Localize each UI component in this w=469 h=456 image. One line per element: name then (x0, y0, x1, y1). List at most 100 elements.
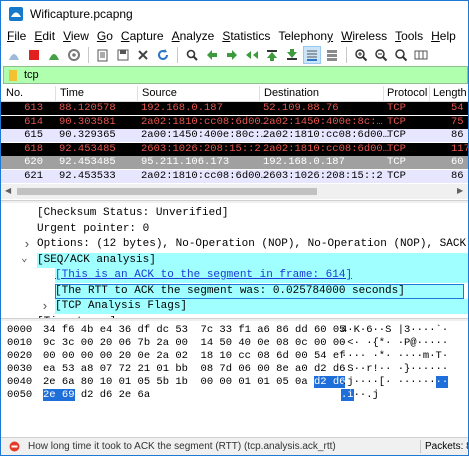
capture-options-icon[interactable] (65, 46, 83, 64)
bytes-row[interactable]: 0000 34 f6 4b e4 36 df dc 53 7c 33 f1 a6 … (1, 324, 468, 337)
detail-row[interactable]: Urgent pointer: 0 (1, 222, 468, 237)
hex-bytes[interactable]: 2e 69 d2 d6 2e 6a (43, 389, 150, 402)
packet-row[interactable]: 618 92.453485 2603:1026:208:15::2 2a02:1810… (1, 142, 468, 156)
collapse-arrow-icon[interactable]: ⌄ (21, 252, 28, 267)
ascii-bytes[interactable]: 4·K·6··S |3····`· (341, 324, 448, 337)
hex-bytes[interactable]: 00 00 00 00 20 0e 2a 02 18 10 cc 08 6d 0… (43, 350, 345, 363)
hex-bytes-text: ea 53 a8 07 72 21 01 bb 08 7d 06 00 8e a… (43, 363, 346, 375)
bytes-row[interactable]: 0030 ea 53 a8 07 72 21 01 bb 08 7d 06 00 … (1, 363, 468, 376)
bytes-row[interactable]: 0050 2e 69 d2 d6 2e 6a .i··.j (1, 389, 468, 402)
packet-row[interactable]: 614 90.303581 2a02:1810:cc08:6d00… 2a02:145… (1, 115, 468, 129)
scroll-left-arrow-icon[interactable]: ◀ (5, 187, 13, 195)
detail-row[interactable]: › [TCP Analysis Flags] (1, 299, 468, 314)
column-divider[interactable] (259, 86, 260, 102)
zoom-in-icon[interactable] (352, 46, 370, 64)
ascii-bytes-text: 4·K·6··S |3····`· (341, 324, 449, 336)
shark-fin-start-icon[interactable] (5, 46, 23, 64)
hex-bytes-text: 9c 3c 00 20 06 7b 2a 00 14 50 40 0e 08 0… (43, 337, 346, 349)
hex-bytes[interactable]: 34 f6 4b e4 36 df dc 53 7c 33 f1 a6 86 d… (43, 324, 345, 337)
toolbar-separator (177, 47, 178, 63)
hex-bytes[interactable]: 2e 6a 80 10 01 05 5b 1b 00 00 01 01 05 0… (43, 376, 346, 389)
detail-row[interactable]: ⌄ [SEQ/ACK analysis] (1, 252, 468, 268)
scroll-right-arrow-icon[interactable]: ▶ (457, 187, 465, 195)
menu-item[interactable]: Tools (391, 29, 427, 43)
cell-protocol: TCP (387, 102, 406, 114)
resize-columns-icon[interactable] (412, 46, 430, 64)
bytes-row[interactable]: 0010 9c 3c 00 20 06 7b 2a 00 14 50 40 0e … (1, 337, 468, 350)
menu-item[interactable]: View (59, 29, 93, 43)
column-divider[interactable] (383, 86, 384, 102)
packet-row[interactable]: 620 92.453485 95.211.106.173 192.168.0.187 T… (1, 156, 468, 170)
ascii-bytes[interactable]: ···· ·*· ····m·T· (341, 350, 448, 363)
menu-item[interactable]: Wireless (337, 29, 391, 43)
hex-bytes[interactable]: 9c 3c 00 20 06 7b 2a 00 14 50 40 0e 08 0… (43, 337, 345, 350)
detail-row[interactable]: [Checksum Status: Unverified] (1, 206, 468, 221)
ascii-bytes[interactable]: .i··.j (341, 389, 379, 402)
menu-item[interactable]: File (3, 29, 30, 43)
restart-icon[interactable] (45, 46, 63, 64)
detail-row[interactable]: [The RTT to ACK the segment was: 0.02578… (1, 283, 468, 299)
menu-item[interactable]: Capture (117, 29, 168, 43)
packet-row[interactable]: 621 92.453533 2a02:1810:cc08:6d00… 2603:102… (1, 170, 468, 183)
packet-row[interactable]: 613 88.120578 192.168.0.187 52.109.88.76 TCP… (1, 102, 468, 115)
save-file-icon[interactable] (114, 46, 132, 64)
column-header-length[interactable]: Length (433, 87, 467, 99)
cell-time: 90.329365 (59, 129, 116, 142)
ascii-bytes[interactable]: ·S··r!·· ·}······ (341, 363, 448, 376)
close-file-icon[interactable] (134, 46, 152, 64)
pane-splitter[interactable] (1, 318, 468, 321)
colorize-icon[interactable] (323, 46, 341, 64)
menu-label-text: iew (70, 29, 89, 43)
menu-item[interactable]: Telephony (274, 29, 337, 43)
cell-no: 621 (24, 170, 43, 182)
go-back-icon[interactable] (203, 46, 221, 64)
cell-source: 2603:1026:208:15::2 (141, 142, 261, 155)
ascii-bytes[interactable]: .j····[· ········ (341, 376, 449, 389)
column-divider[interactable] (55, 86, 56, 102)
bytes-row[interactable]: 0020 00 00 00 00 20 0e 2a 02 18 10 cc 08 … (1, 350, 468, 363)
column-header-no[interactable]: No. (6, 87, 23, 99)
packet-count: Packets: 89 (425, 441, 468, 452)
menu-label-text: ile (14, 29, 27, 43)
menu-item[interactable]: Analyze (168, 29, 219, 43)
expand-arrow-icon[interactable]: › (41, 299, 49, 314)
packet-list-hscrollbar[interactable]: ◀ ▶ (1, 184, 468, 199)
zoom-out-icon[interactable] (372, 46, 390, 64)
menu-item[interactable]: Go (93, 29, 117, 43)
display-filter-bar[interactable] (3, 66, 468, 84)
menu-item[interactable]: Help (427, 29, 460, 43)
zoom-reset-icon[interactable] (392, 46, 410, 64)
menu-item[interactable]: Edit (30, 29, 59, 43)
title-bar[interactable]: Wificapture.pcapng (1, 1, 468, 27)
column-header-source[interactable]: Source (142, 87, 177, 99)
expert-info-error-icon[interactable] (9, 441, 20, 452)
column-header-destination[interactable]: Destination (264, 87, 319, 99)
go-forward-icon[interactable] (223, 46, 241, 64)
autoscroll-icon[interactable] (303, 46, 321, 64)
ascii-bytes[interactable]: ·<· ·{*· ·P@····· (341, 337, 448, 350)
go-to-packet-icon[interactable] (243, 46, 261, 64)
stop-icon[interactable] (25, 46, 43, 64)
cell-time: 90.303581 (59, 115, 116, 128)
go-last-icon[interactable] (283, 46, 301, 64)
column-divider[interactable] (137, 86, 138, 102)
bookmark-filter-icon[interactable] (8, 69, 20, 81)
menu-item[interactable]: Statistics (218, 29, 274, 43)
expand-arrow-icon[interactable]: › (23, 237, 31, 252)
reload-icon[interactable] (154, 46, 172, 64)
find-packet-icon[interactable] (183, 46, 201, 64)
column-header-protocol[interactable]: Protocol (387, 87, 427, 99)
detail-row[interactable]: [This is an ACK to the segment in frame:… (1, 268, 468, 283)
scrollbar-thumb[interactable] (17, 188, 317, 195)
go-first-icon[interactable] (263, 46, 281, 64)
hex-bytes[interactable]: ea 53 a8 07 72 21 01 bb 08 7d 06 00 8e a… (43, 363, 345, 376)
toolbar-separator (346, 47, 347, 63)
column-header-time[interactable]: Time (60, 87, 84, 99)
packet-row[interactable]: 615 90.329365 2a00:1450:400e:80c:… 2a02:181… (1, 129, 468, 143)
column-divider[interactable] (429, 86, 430, 102)
detail-row[interactable]: › Options: (12 bytes), No-Operation (NOP)… (1, 237, 468, 252)
open-file-icon[interactable] (94, 46, 112, 64)
cell-no: 614 (24, 115, 43, 128)
display-filter-input[interactable] (24, 69, 444, 81)
bytes-row[interactable]: 0040 2e 6a 80 10 01 05 5b 1b 00 00 01 01 … (1, 376, 468, 389)
